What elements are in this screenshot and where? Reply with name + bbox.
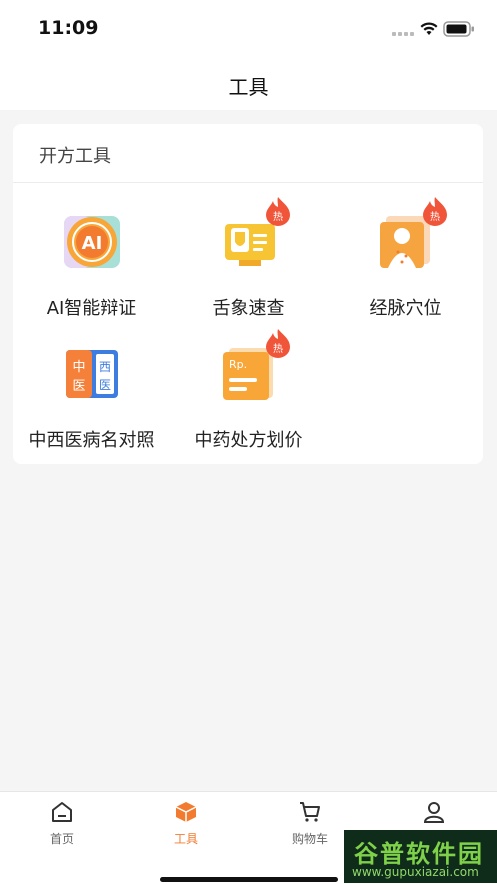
home-icon [52,802,72,822]
hot-badge-icon: 热 [423,197,447,226]
tool-label: AI智能辩证 [46,298,137,319]
nav-bar: 工具 [0,58,497,110]
signal-icon [392,32,414,36]
tool-label: 舌象速查 [212,298,285,319]
tab-label: 工具 [173,832,198,846]
tool-cn-west[interactable]: 中 医 西 医 中西医病名对照 [13,344,170,464]
hot-badge-icon: 热 [266,329,290,358]
hot-badge-text: 热 [273,210,283,223]
tool-label: 中药处方划价 [194,430,303,451]
tool-meridian[interactable]: 热 经脉穴位 [327,197,484,332]
tool-label: 经脉穴位 [369,298,442,319]
card-header: 开方工具 [13,124,483,183]
tab-tools[interactable]: 工具 [124,792,248,852]
cart-icon [300,802,320,822]
card-title: 开方工具 [39,146,111,167]
tool-label: 中西医病名对照 [28,430,155,451]
ai-icon: AI [64,216,120,268]
battery-icon [443,21,474,37]
tools-card: 开方工具 AI AI智能辩证 热 舌象速查 热 经脉穴位 中 医 西 医 中西医… [13,124,483,464]
page-title: 工具 [228,75,269,99]
tab-label: 首页 [49,832,74,846]
hot-badge-text: 热 [430,210,440,223]
tool-tongue[interactable]: 热 舌象速查 [170,197,327,332]
hot-badge-icon: 热 [266,197,290,226]
rp-text: Rp. [229,358,247,371]
tool-ai-diagnosis[interactable]: AI AI智能辩证 [13,212,170,332]
watermark: 谷普软件园 www.gupuxiazai.com [344,830,497,883]
watermark-title: 谷普软件园 [354,840,484,868]
tab-home[interactable]: 首页 [0,792,124,852]
status-bar: 11:09 [0,0,497,58]
watermark-url: www.gupuxiazai.com [352,865,479,879]
cn-west-icon: 中 医 西 医 [66,350,118,398]
tools-icon [175,802,197,822]
home-indicator [160,877,338,882]
tool-prescription[interactable]: Rp. 热 中药处方划价 [170,329,327,464]
cn-text-2: 医 [72,379,85,394]
wifi-icon [420,22,438,35]
hot-badge-text: 热 [273,342,283,355]
west-text-2: 医 [99,378,111,392]
profile-icon [423,802,445,823]
cn-text: 中 [72,360,85,375]
west-text: 西 [99,360,111,374]
ai-badge-text: AI [82,233,103,254]
status-time: 11:09 [38,17,99,39]
